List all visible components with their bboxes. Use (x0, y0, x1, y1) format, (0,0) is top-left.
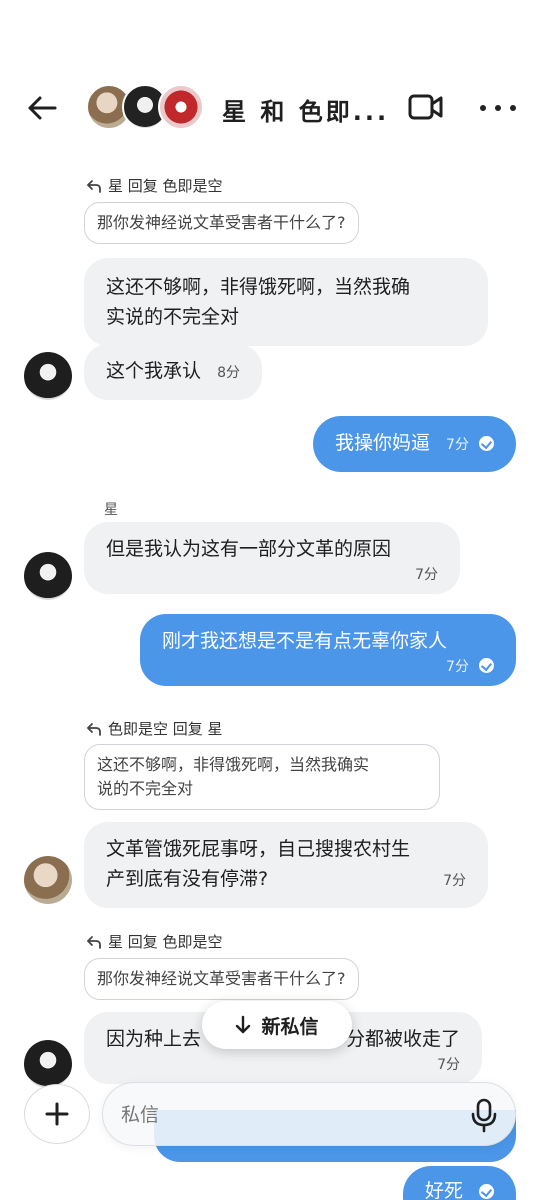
arrow-down-icon (236, 1015, 251, 1034)
message-text: 这还不够啊，非得饿死啊，当然我确 (106, 276, 411, 298)
back-button[interactable] (22, 90, 62, 126)
message-bubble-incoming[interactable]: 但是我认为这有一部分文革的原因 7分 (84, 522, 460, 594)
sender-name: 星 (104, 502, 118, 518)
message-text: 这个我承认 (106, 360, 202, 382)
quoted-message[interactable]: 那你发神经说文革受害者干什么了? (84, 202, 359, 244)
more-horizontal-icon (480, 105, 486, 111)
quoted-message[interactable]: 这还不够啊，非得饿死啊，当然我确实 说的不完全对 (84, 744, 440, 810)
read-check-icon (479, 1184, 494, 1199)
message-text: 实说的不完全对 (106, 306, 240, 328)
message-input[interactable] (121, 1101, 441, 1129)
reply-icon (86, 179, 101, 193)
reply-header-text: 星 回复 色即是空 (108, 933, 223, 951)
message-text: 因为种上去 (106, 1028, 202, 1050)
chat-title[interactable]: 星 和 色即... (222, 92, 389, 127)
message-text: 但是我认为这有一部分文革的原因 (106, 538, 392, 560)
message-text: 分都被收走了 (345, 1028, 460, 1050)
group-avatars[interactable] (86, 84, 206, 132)
chat-header: 星 和 色即... (0, 0, 540, 150)
add-attachment-button[interactable] (24, 1084, 90, 1144)
avatar (158, 84, 204, 130)
more-options-button[interactable] (480, 94, 516, 122)
new-messages-label: 新私信 (261, 1015, 319, 1038)
message-time: 8分 (217, 365, 240, 381)
message-bubble-outgoing[interactable]: 刚才我还想是不是有点无辜你家人 7分 (140, 614, 516, 686)
reply-icon (86, 935, 101, 949)
sender-avatar[interactable] (24, 352, 72, 400)
message-text: 好死 (424, 1180, 463, 1200)
message-text: 文革管饿死屁事呀，自己搜搜农村生 (106, 838, 411, 860)
message-text: 产到底有没有停滞? (106, 868, 269, 890)
message-bubble-incoming[interactable]: 文革管饿死屁事呀，自己搜搜农村生 产到底有没有停滞? 7分 (84, 822, 488, 908)
microphone-icon (471, 1098, 497, 1133)
message-bubble-incoming[interactable]: 这还不够啊，非得饿死啊，当然我确 实说的不完全对 (84, 258, 488, 346)
reply-header: 色即是空 回复 星 (86, 718, 223, 739)
message-time: 7分 (415, 567, 438, 583)
message-time: 7分 (443, 873, 466, 889)
message-composer (102, 1082, 516, 1146)
sender-avatar[interactable] (24, 856, 72, 904)
reply-header: 星 回复 色即是空 (86, 931, 223, 952)
video-call-button[interactable] (408, 92, 444, 122)
message-bubble-incoming[interactable]: 这个我承认 8分 (84, 344, 262, 400)
message-time: 7分 (446, 659, 469, 675)
message-text: 刚才我还想是不是有点无辜你家人 (162, 630, 448, 652)
quoted-text: 说的不完全对 (97, 779, 194, 798)
message-text: 我操你妈逼 (334, 432, 430, 454)
read-check-icon (479, 658, 494, 673)
video-camera-icon (408, 94, 443, 120)
message-time: 7分 (446, 437, 469, 453)
quoted-message[interactable]: 那你发神经说文革受害者干什么了? (84, 958, 359, 1000)
quoted-text: 这还不够啊，非得饿死啊，当然我确实 (97, 755, 370, 774)
arrow-left-icon (28, 96, 57, 120)
message-bubble-outgoing[interactable]: 好死 (402, 1166, 516, 1200)
reply-header-text: 星 回复 色即是空 (108, 177, 223, 195)
reply-header-text: 色即是空 回复 星 (108, 720, 223, 738)
plus-icon (45, 1102, 69, 1126)
new-messages-button[interactable]: 新私信 (202, 1001, 352, 1049)
message-bubble-outgoing[interactable]: 我操你妈逼 7分 (312, 416, 516, 472)
sender-avatar[interactable] (24, 552, 72, 600)
read-check-icon (479, 436, 494, 451)
reply-icon (86, 722, 101, 736)
sender-avatar[interactable] (24, 1040, 72, 1088)
reply-header: 星 回复 色即是空 (86, 175, 223, 196)
message-time: 7分 (437, 1057, 460, 1073)
voice-message-button[interactable] (467, 1097, 501, 1133)
